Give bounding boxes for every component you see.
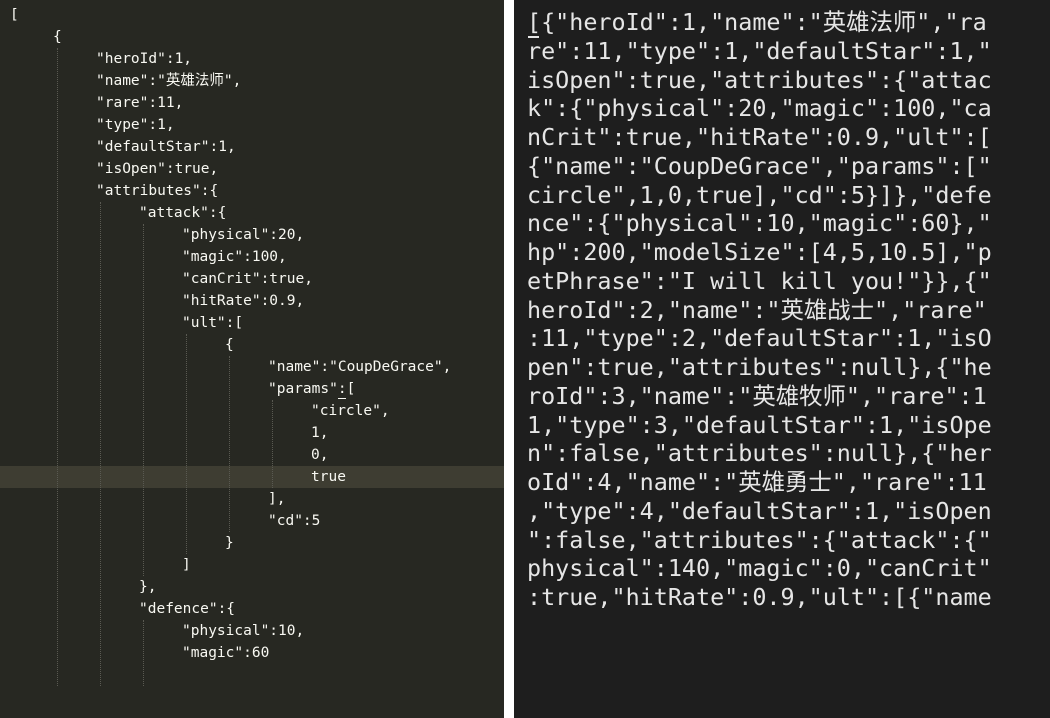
wrapped-code-line[interactable]: k":{"physical":20,"magic":100,"ca [527, 94, 992, 123]
code-line-text: "defaultStar":1, [96, 139, 236, 155]
code-line-text: "physical":10, [182, 623, 305, 639]
code-line[interactable]: "rare":11, [0, 92, 504, 114]
code-line[interactable]: "type":1, [0, 114, 504, 136]
minified-json-editor[interactable]: [{"heroId":1,"name":"英雄法师","ra re":11,"ty… [514, 0, 1050, 718]
indent-guide [272, 400, 273, 488]
indent-guide [143, 620, 144, 686]
code-line[interactable]: "physical":10, [0, 620, 504, 642]
code-line[interactable]: "ult":[ [0, 312, 504, 334]
code-line-text: ], [268, 491, 286, 507]
code-line-text: "circle", [311, 403, 390, 419]
code-line[interactable]: "circle", [0, 400, 504, 422]
wrapped-code-line[interactable]: heroId":2,"name":"英雄战士","rare" [527, 296, 992, 325]
wrapped-code-line[interactable]: ":false,"attributes":{"attack":{" [527, 526, 992, 555]
indent-guide [100, 202, 101, 686]
code-line-text: [ [10, 7, 19, 23]
wrapped-code-line[interactable]: :true,"hitRate":0.9,"ult":[{"name [527, 583, 992, 612]
formatted-json-editor[interactable]: [ { "heroId":1, "name":"英雄法师", "rare":11, "ty… [0, 0, 504, 718]
code-line[interactable]: "magic":60 [0, 642, 504, 664]
code-line[interactable]: "magic":100, [0, 246, 504, 268]
code-line-text: true [311, 469, 346, 485]
code-line-text: "physical":20, [182, 227, 305, 243]
code-line-text: } [225, 535, 234, 551]
code-line-text: }, [139, 579, 157, 595]
code-line-text: 1, [311, 425, 329, 441]
code-line[interactable]: 0, [0, 444, 504, 466]
code-line-text: { [225, 337, 234, 353]
code-line-text: "hitRate":0.9, [182, 293, 305, 309]
code-line-text: "attack":{ [139, 205, 227, 221]
code-line-text: "isOpen":true, [96, 161, 219, 177]
code-line-text: "magic":100, [182, 249, 287, 265]
code-line-text: "type":1, [96, 117, 175, 133]
code-line-text: ] [182, 557, 191, 573]
code-line[interactable]: "cd":5 [0, 510, 504, 532]
code-line[interactable]: "name":"CoupDeGrace", [0, 356, 504, 378]
editor-lines: [{"heroId":1,"name":"英雄法师","ra re":11,"ty… [527, 8, 992, 612]
indent-guide [186, 334, 187, 554]
code-line[interactable]: 1, [0, 422, 504, 444]
wrapped-code-line[interactable]: isOpen":true,"attributes":{"attac [527, 66, 992, 95]
wrapped-code-line[interactable]: oId":4,"name":"英雄勇士","rare":11 [527, 468, 992, 497]
indent-guide [57, 48, 58, 686]
code-line[interactable]: "isOpen":true, [0, 158, 504, 180]
code-line[interactable]: "attributes":{ [0, 180, 504, 202]
code-line-text: "rare":11, [96, 95, 184, 111]
wrapped-code-line[interactable]: etPhrase":"I will kill you!"}},{" [527, 267, 992, 296]
wrapped-code-line[interactable]: hp":200,"modelSize":[4,5,10.5],"p [527, 238, 992, 267]
code-line-text: "canCrit":true, [182, 271, 313, 287]
code-line[interactable]: "canCrit":true, [0, 268, 504, 290]
code-line-text: "name":"CoupDeGrace", [268, 359, 452, 375]
code-line[interactable]: { [0, 334, 504, 356]
wrapped-code-line[interactable]: pen":true,"attributes":null},{"he [527, 353, 992, 382]
code-line-text: "attributes":{ [96, 183, 219, 199]
wrapped-code-line[interactable]: :11,"type":2,"defaultStar":1,"isO [527, 324, 992, 353]
code-line-text: "heroId":1, [96, 51, 193, 67]
wrapped-code-line[interactable]: re":11,"type":1,"defaultStar":1," [527, 37, 992, 66]
wrapped-code-line[interactable]: physical":140,"magic":0,"canCrit" [527, 554, 992, 583]
code-line[interactable]: [ [0, 4, 504, 26]
code-line-text: "defence":{ [139, 601, 236, 617]
wrapped-code-line[interactable]: n":false,"attributes":null},{"her [527, 439, 992, 468]
code-line[interactable]: { [0, 26, 504, 48]
text-cursor [338, 380, 346, 399]
code-line-text: "magic":60 [182, 645, 270, 661]
code-line[interactable]: "name":"英雄法师", [0, 70, 504, 92]
wrapped-code-line[interactable]: [{"heroId":1,"name":"英雄法师","ra [527, 8, 992, 37]
code-line[interactable]: "attack":{ [0, 202, 504, 224]
wrapped-code-line[interactable]: circle",1,0,true],"cd":5}]},"defe [527, 181, 992, 210]
code-line[interactable]: "heroId":1, [0, 48, 504, 70]
code-line-text: "cd":5 [268, 513, 321, 529]
code-line-text: 0, [311, 447, 329, 463]
wrapped-code-line[interactable]: 1,"type":3,"defaultStar":1,"isOpe [527, 411, 992, 440]
code-line[interactable]: } [0, 532, 504, 554]
code-line[interactable]: ], [0, 488, 504, 510]
code-line-text: "ult":[ [182, 315, 244, 331]
code-line-text: { [53, 29, 62, 45]
code-line[interactable]: }, [0, 576, 504, 598]
indent-guide [229, 356, 230, 532]
wrapped-code-line[interactable]: roId":3,"name":"英雄牧师","rare":1 [527, 382, 992, 411]
code-line[interactable]: "params":[ [0, 378, 504, 400]
code-line[interactable]: "physical":20, [0, 224, 504, 246]
highlighted-code-line[interactable]: true [0, 466, 504, 488]
wrapped-code-line[interactable]: {"name":"CoupDeGrace","params":[" [527, 152, 992, 181]
indent-guide [143, 224, 144, 576]
code-line[interactable]: "defaultStar":1, [0, 136, 504, 158]
code-line-text: "name":"英雄法师", [96, 73, 242, 89]
wrapped-code-line[interactable]: ,"type":4,"defaultStar":1,"isOpen [527, 497, 992, 526]
code-line[interactable]: "hitRate":0.9, [0, 290, 504, 312]
code-line[interactable]: ] [0, 554, 504, 576]
code-line[interactable] [0, 664, 504, 686]
wrapped-code-line[interactable]: nCrit":true,"hitRate":0.9,"ult":[ [527, 123, 992, 152]
code-line[interactable]: "defence":{ [0, 598, 504, 620]
wrapped-code-line[interactable]: nce":{"physical":10,"magic":60}," [527, 209, 992, 238]
